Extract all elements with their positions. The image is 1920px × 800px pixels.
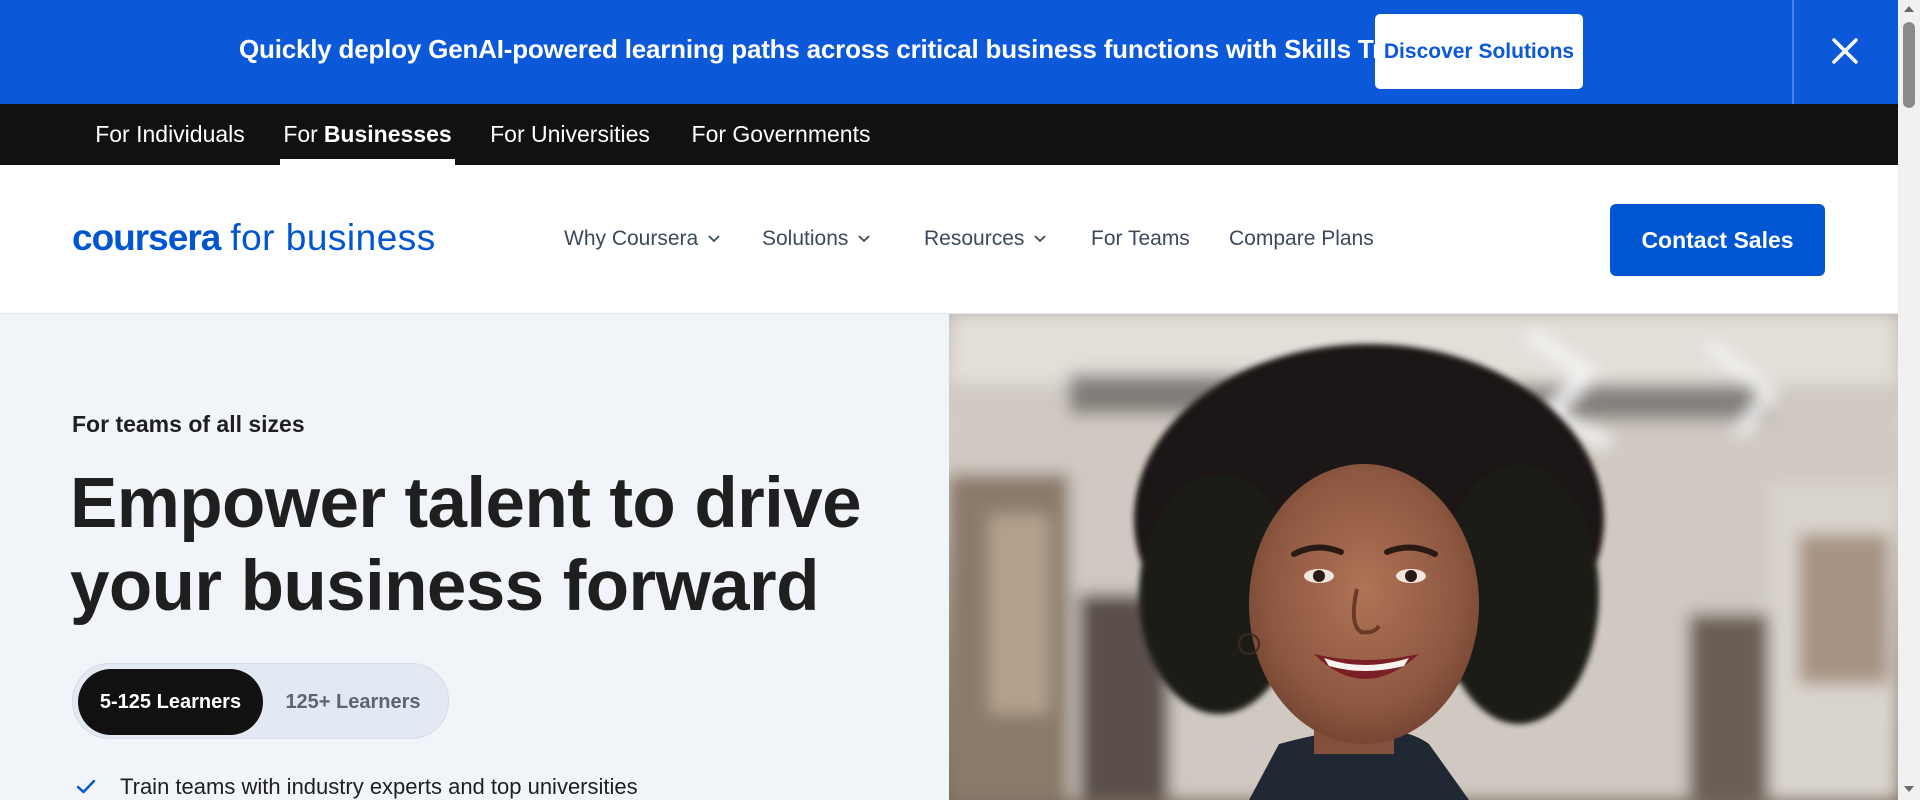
hero-headline-line-2: your business forward bbox=[70, 547, 819, 626]
learner-size-toggle: 5-125 Learners 125+ Learners bbox=[72, 663, 449, 739]
nav-solutions[interactable]: Solutions bbox=[762, 227, 871, 251]
toggle-125-plus-learners[interactable]: 125+ Learners bbox=[263, 669, 443, 735]
scroll-down-icon[interactable] bbox=[1903, 784, 1915, 794]
banner-divider bbox=[1792, 0, 1794, 104]
list-item: Train teams with industry experts and to… bbox=[76, 774, 638, 800]
hero-section: For teams of all sizes Empower talent to… bbox=[0, 314, 949, 800]
nav-why-coursera[interactable]: Why Coursera bbox=[564, 227, 720, 251]
check-icon bbox=[76, 779, 96, 794]
tab-universities[interactable]: For Universities bbox=[480, 104, 660, 165]
chevron-down-icon bbox=[1034, 235, 1047, 243]
tab-businesses-prefix: For bbox=[283, 121, 318, 147]
chevron-down-icon bbox=[858, 235, 871, 243]
promo-message: Quickly deploy GenAI-powered learning pa… bbox=[239, 34, 1440, 64]
logo-brand: coursera bbox=[72, 217, 221, 258]
site-header: coursera for business Why Coursera Soluti… bbox=[0, 165, 1898, 314]
hero-photo-illustration bbox=[949, 314, 1898, 800]
toggle-5-125-learners[interactable]: 5-125 Learners bbox=[78, 669, 263, 735]
nav-why-coursera-label: Why Coursera bbox=[564, 227, 699, 250]
hero-headline-line-1: Empower talent to drive bbox=[70, 464, 862, 543]
bullet-text: Train teams with industry experts and to… bbox=[120, 774, 638, 799]
hero-eyebrow: For teams of all sizes bbox=[72, 411, 305, 437]
scroll-up-icon[interactable] bbox=[1903, 4, 1915, 14]
hero-photo bbox=[949, 314, 1898, 800]
tab-governments[interactable]: For Governments bbox=[683, 104, 879, 165]
nav-resources[interactable]: Resources bbox=[924, 227, 1047, 251]
close-icon[interactable] bbox=[1830, 33, 1860, 69]
nav-compare-plans[interactable]: Compare Plans bbox=[1229, 227, 1374, 251]
tab-individuals[interactable]: For Individuals bbox=[80, 104, 260, 165]
nav-resources-label: Resources bbox=[924, 227, 1025, 250]
hero-headline: Empower talent to drive your business fo… bbox=[70, 462, 930, 628]
tab-businesses[interactable]: For Businesses bbox=[280, 104, 455, 165]
scrollbar-thumb[interactable] bbox=[1903, 22, 1915, 108]
contact-sales-button[interactable]: Contact Sales bbox=[1610, 204, 1825, 276]
discover-solutions-button[interactable]: Discover Solutions bbox=[1375, 14, 1583, 89]
nav-for-teams[interactable]: For Teams bbox=[1091, 227, 1190, 251]
tab-businesses-strong: Businesses bbox=[323, 121, 452, 147]
logo-suffix: for business bbox=[230, 217, 436, 258]
promo-banner: Quickly deploy GenAI-powered learning pa… bbox=[0, 0, 1898, 104]
page-scrollbar[interactable] bbox=[1898, 0, 1920, 800]
nav-solutions-label: Solutions bbox=[762, 227, 849, 250]
audience-nav: For Individuals For Businesses For Univer… bbox=[0, 104, 1898, 165]
coursera-logo[interactable]: coursera for business bbox=[72, 217, 436, 259]
chevron-down-icon bbox=[708, 235, 720, 243]
